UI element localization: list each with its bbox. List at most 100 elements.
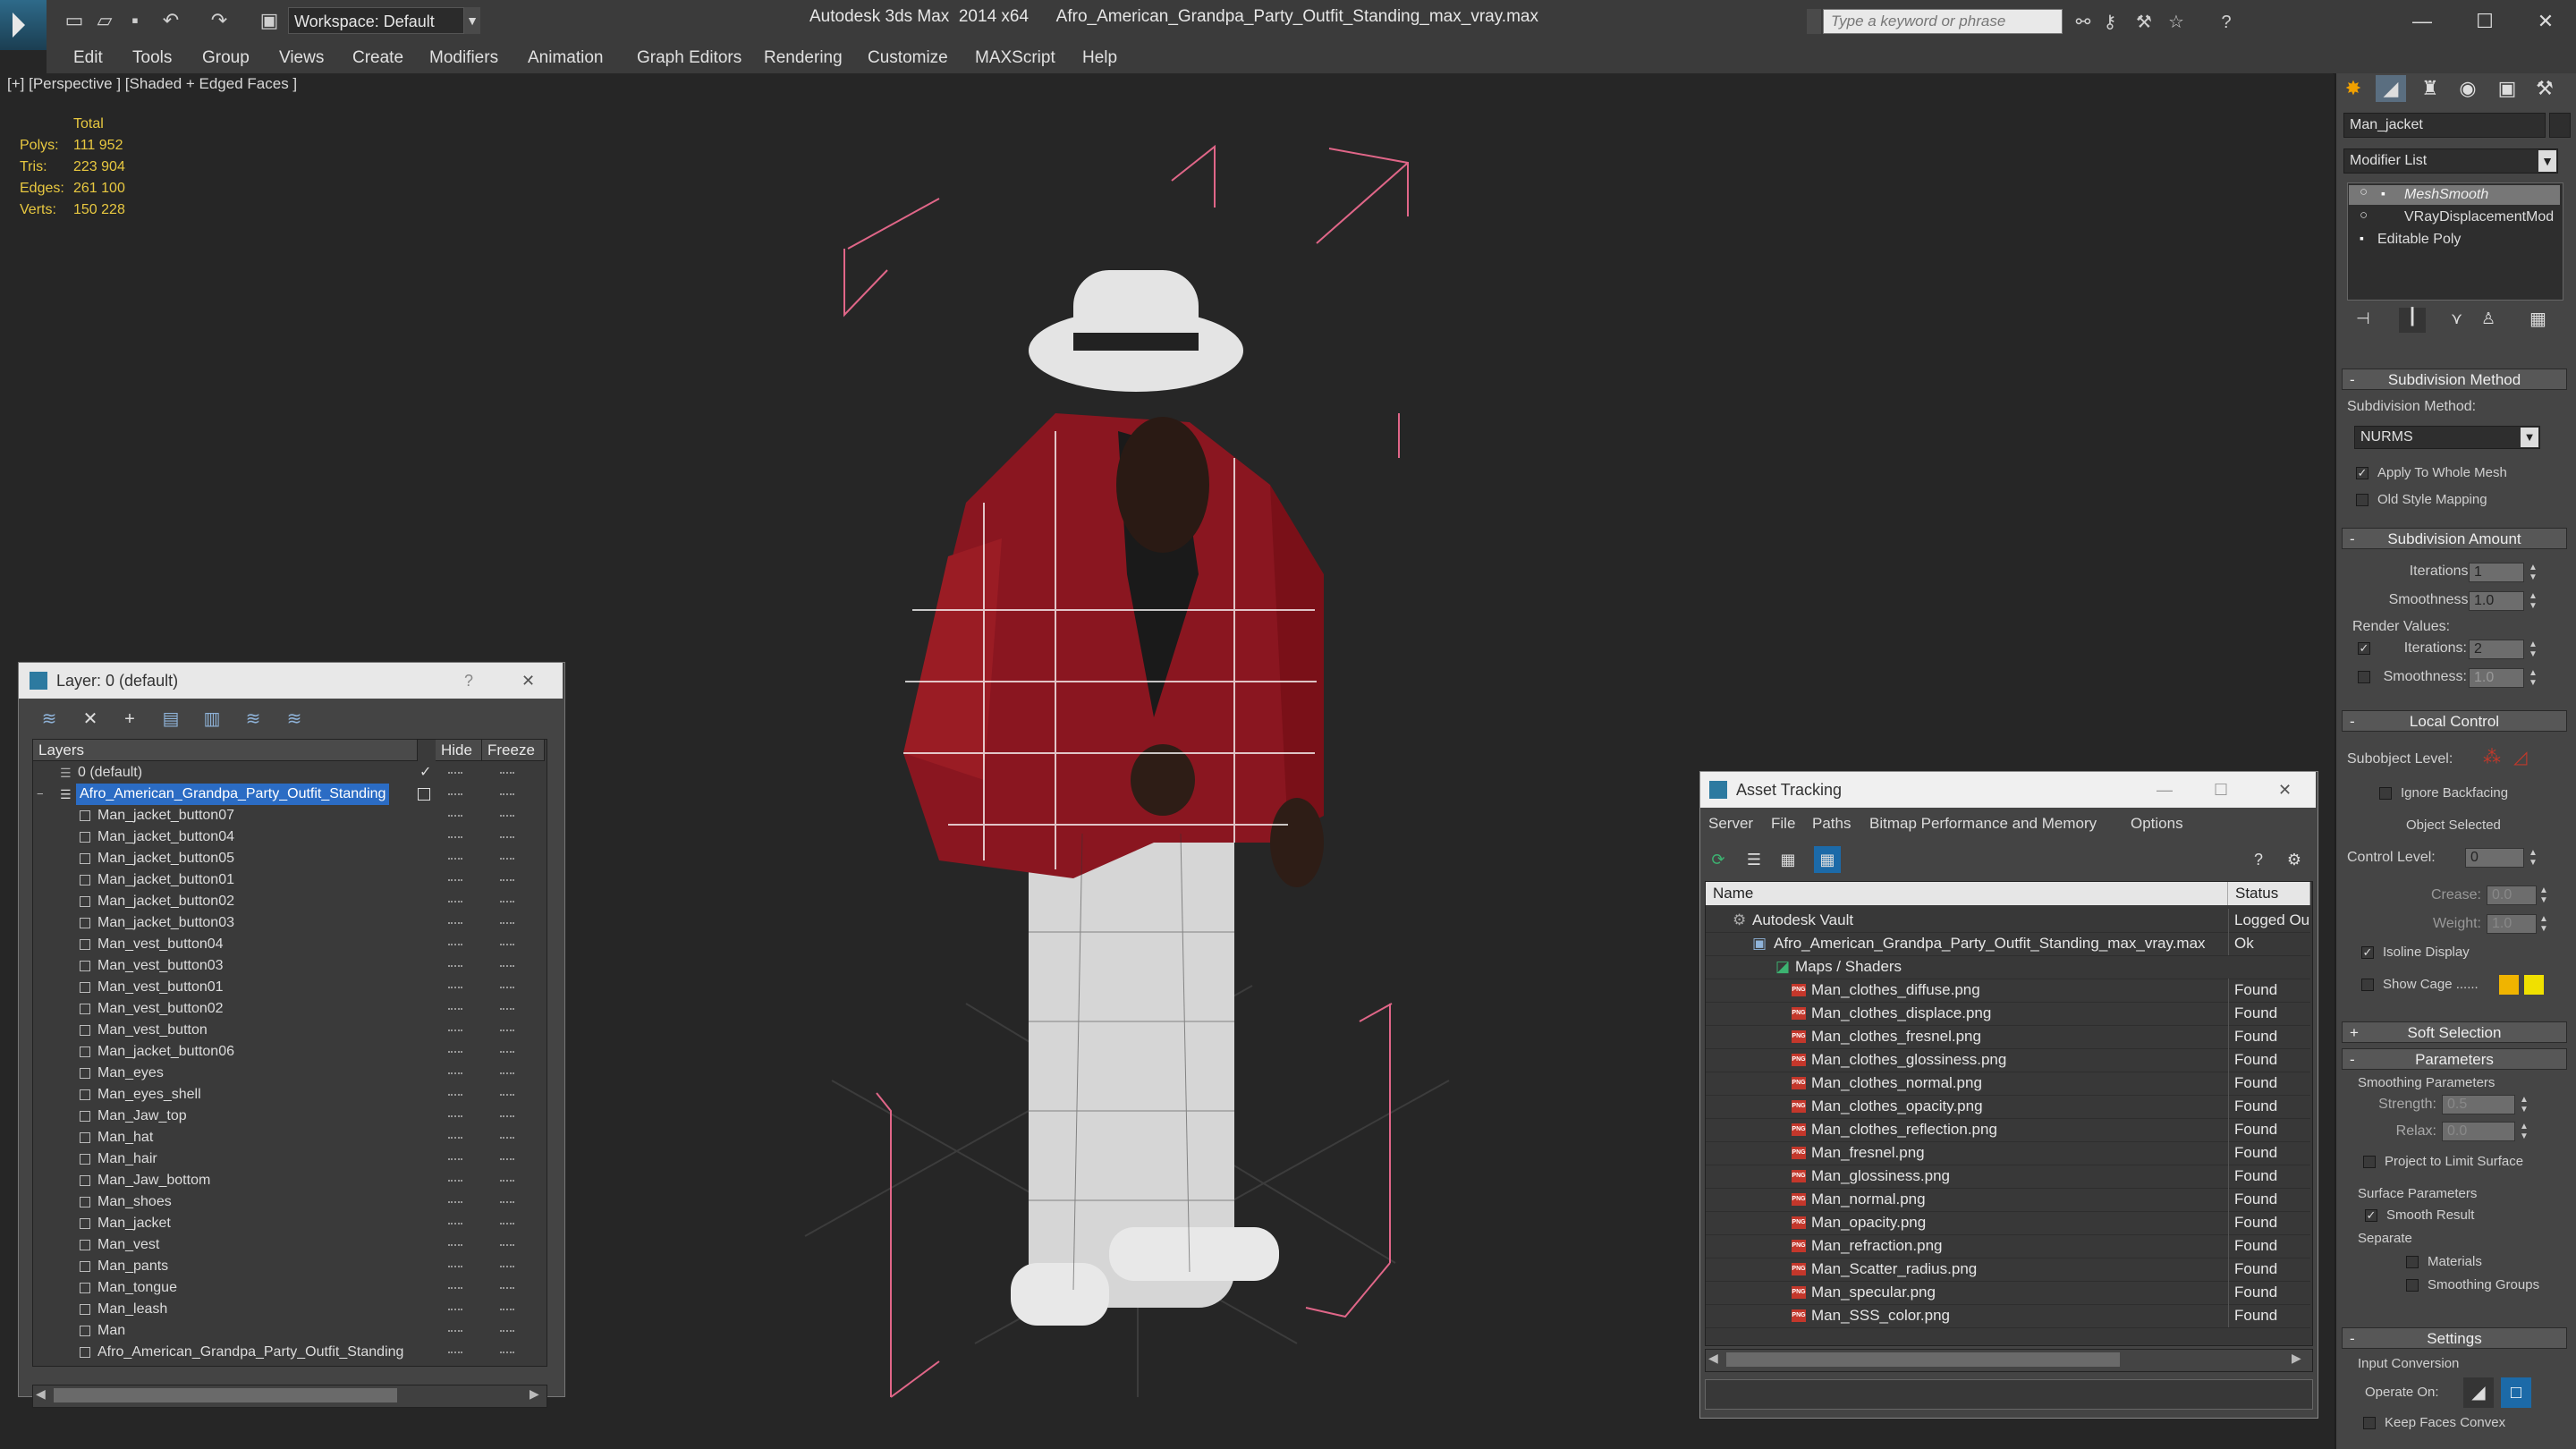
object-name[interactable]: Man_shoes [97, 1191, 172, 1213]
motion-tab-icon[interactable]: ◉ [2453, 75, 2483, 102]
create-layer-icon[interactable]: ≋ [36, 707, 63, 732]
hide-toggle[interactable] [448, 1309, 462, 1310]
asset-name[interactable]: Man_clothes_normal.png [1811, 1072, 1982, 1095]
favorites-star-icon[interactable]: ☆ [2165, 11, 2188, 34]
menu-file[interactable]: File [1771, 812, 1795, 835]
hide-toggle[interactable] [448, 901, 462, 902]
stack-expand-icon[interactable]: ▪ [2381, 186, 2385, 200]
layer-object-row[interactable]: Man_Jaw_top [33, 1106, 545, 1127]
object-name[interactable]: Man_jacket [97, 1213, 171, 1234]
freeze-toggle[interactable] [500, 1287, 514, 1289]
object-name[interactable]: Man_Jaw_top [97, 1106, 187, 1127]
menu-help[interactable]: Help [1082, 45, 1117, 72]
asset-name[interactable]: Man_fresnel.png [1811, 1141, 1925, 1165]
object-name[interactable]: Man_vest_button03 [97, 955, 224, 977]
hide-toggle[interactable] [448, 1094, 462, 1096]
freeze-toggle[interactable] [500, 1094, 514, 1096]
asset-name[interactable]: Afro_American_Grandpa_Party_Outfit_Stand… [1774, 932, 2206, 955]
spinner-arrows-icon[interactable]: ▲ ▼ [2538, 886, 2549, 905]
menu-views[interactable]: Views [279, 45, 324, 72]
freeze-toggle[interactable] [500, 987, 514, 988]
app-logo-icon[interactable] [0, 0, 47, 50]
hide-toggle[interactable] [448, 815, 462, 817]
hide-toggle[interactable] [448, 944, 462, 945]
object-name[interactable]: Man_vest_button02 [97, 998, 224, 1020]
thumbnail-view-icon[interactable]: ▦ [1775, 846, 1801, 873]
key-icon[interactable]: ⚷ [2098, 11, 2122, 34]
operate-on-triangles-icon[interactable]: ◢ [2463, 1377, 2494, 1408]
help-icon[interactable]: ? [2245, 846, 2272, 873]
asset-row[interactable]: ◪ Maps / Shaders [1706, 955, 2310, 979]
asset-row[interactable]: ▣ Afro_American_Grandpa_Party_Outfit_Stan… [1706, 932, 2310, 956]
hide-toggle[interactable] [448, 1266, 462, 1267]
layer-object-row[interactable]: Man_hair [33, 1148, 545, 1170]
object-name[interactable]: Man_vest_button [97, 1020, 208, 1041]
rollout-soft-selection[interactable]: + Soft Selection [2342, 1021, 2567, 1043]
freeze-toggle[interactable] [500, 815, 514, 817]
hide-toggle[interactable] [448, 1244, 462, 1246]
asset-map-row[interactable]: PNG Man_clothes_diffuse.png Found [1706, 979, 2310, 1003]
layer-object-row[interactable]: Man_vest_button04 [33, 934, 545, 955]
rollout-settings[interactable]: - Settings [2342, 1327, 2567, 1349]
menu-server[interactable]: Server [1708, 812, 1753, 835]
object-name[interactable]: Man_eyes [97, 1063, 164, 1084]
object-name[interactable]: Man_jacket_button04 [97, 826, 234, 848]
layer-name[interactable]: Afro_American_Grandpa_Party_Outfit_Stand… [76, 784, 390, 805]
asset-window-titlebar[interactable]: Asset Tracking — ☐ ✕ [1700, 772, 2316, 808]
layer-object-row[interactable]: Man_vest_button02 [33, 998, 545, 1020]
highlight-layer-icon[interactable]: ▥ [199, 707, 225, 732]
freeze-toggle[interactable] [500, 1137, 514, 1139]
show-end-result-icon[interactable]: ┃ [2399, 308, 2426, 333]
object-name-field[interactable]: Man_jacket [2343, 113, 2546, 138]
menu-animation[interactable]: Animation [528, 45, 604, 72]
menu-tools[interactable]: Tools [132, 45, 172, 72]
hide-toggle[interactable] [448, 987, 462, 988]
hide-toggle[interactable] [448, 1287, 462, 1289]
freeze-toggle[interactable] [500, 1244, 514, 1246]
asset-map-row[interactable]: PNG Man_clothes_glossiness.png Found [1706, 1048, 2310, 1072]
render-smoothness-checkbox[interactable] [2358, 671, 2370, 683]
freeze-toggle[interactable] [500, 1008, 514, 1010]
modifier-list-dropdown[interactable]: Modifier List [2343, 148, 2558, 174]
hide-toggle[interactable] [448, 1137, 462, 1139]
display-tab-icon[interactable]: ▣ [2492, 75, 2522, 102]
strength-spinner[interactable]: 0.5 [2442, 1095, 2515, 1114]
cage-color-2-swatch[interactable] [2524, 975, 2544, 995]
layer-object-row[interactable]: Man_jacket [33, 1213, 545, 1234]
asset-name[interactable]: Man_SSS_color.png [1811, 1304, 1950, 1327]
object-name[interactable]: Man_jacket_button05 [97, 848, 234, 869]
hide-column-header[interactable]: Hide [436, 740, 482, 761]
object-name[interactable]: Man_tongue [97, 1277, 177, 1299]
name-column-header[interactable]: Name [1706, 882, 2228, 905]
menu-rendering[interactable]: Rendering [764, 45, 843, 72]
layer-object-row[interactable]: Man_jacket_button06 [33, 1041, 545, 1063]
redo-icon[interactable]: ↷ [208, 9, 231, 32]
hide-toggle[interactable] [448, 772, 462, 774]
active-layer-check-icon[interactable]: ✓ [419, 762, 431, 784]
asset-name[interactable]: Man_glossiness.png [1811, 1165, 1950, 1188]
rollout-parameters[interactable]: - Parameters [2342, 1048, 2567, 1070]
layer-object-row[interactable]: Man_eyes_shell [33, 1084, 545, 1106]
pin-stack-icon[interactable]: ⊣ [2356, 309, 2370, 328]
hide-toggle[interactable] [448, 1352, 462, 1353]
freeze-toggle[interactable] [500, 965, 514, 967]
object-name[interactable]: Afro_American_Grandpa_Party_Outfit_Stand… [97, 1342, 403, 1363]
asset-map-row[interactable]: PNG Man_refraction.png Found [1706, 1234, 2310, 1258]
menu-maxscript[interactable]: MAXScript [975, 45, 1055, 72]
asset-name[interactable]: Man_refraction.png [1811, 1234, 1942, 1258]
layer-name[interactable]: 0 (default) [78, 762, 142, 784]
stack-item-meshsmooth[interactable]: MeshSmooth [2404, 185, 2488, 205]
status-column-header[interactable]: Status [2228, 882, 2310, 905]
asset-name[interactable]: Man_clothes_opacity.png [1811, 1095, 1983, 1118]
make-unique-icon[interactable]: ⋎ [2451, 309, 2462, 328]
spinner-arrows-icon[interactable]: ▲ ▼ [2538, 914, 2549, 934]
asset-name[interactable]: Man_normal.png [1811, 1188, 1926, 1211]
show-cage-checkbox[interactable] [2361, 979, 2374, 991]
remove-modifier-icon[interactable]: ♙ [2481, 309, 2496, 328]
menu-graph-editors[interactable]: Graph Editors [637, 45, 741, 72]
object-name[interactable]: Man_jacket_button01 [97, 869, 234, 891]
hide-toggle[interactable] [448, 1030, 462, 1031]
hide-toggle[interactable] [448, 922, 462, 924]
scroll-left-icon[interactable]: ◀ [1708, 1351, 1718, 1366]
close-icon[interactable]: ✕ [2521, 5, 2571, 38]
